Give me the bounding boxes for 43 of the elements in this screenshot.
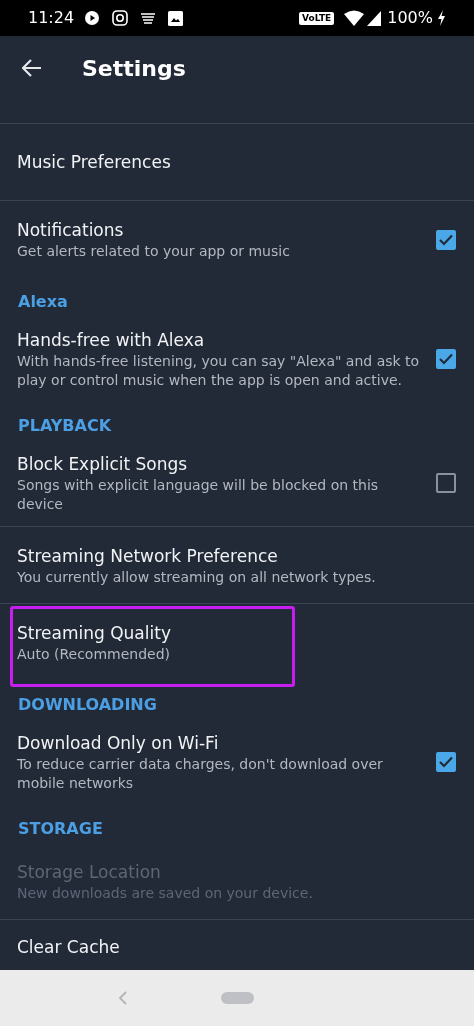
charging-icon [437, 10, 446, 26]
setting-title: Block Explicit Songs [17, 453, 189, 476]
section-header: DOWNLOADING [18, 695, 157, 714]
back-arrow-icon [22, 59, 42, 77]
section-header: STORAGE [18, 819, 103, 838]
setting-title: Streaming Quality [17, 622, 172, 645]
setting-row[interactable]: Streaming Network Preference You currently allow streaming on all network types. [0, 527, 474, 604]
setting-row[interactable]: Clear Cache [0, 920, 474, 959]
checkbox[interactable] [436, 229, 456, 250]
setting-description: With hands-free listening, you can say "Alexa" and ask to play or control music when the app is open and active. [17, 352, 421, 390]
setting-description: You currently allow streaming on all network types. [17, 567, 377, 587]
setting-row[interactable]: Hands-free with Alexa With hands-free listening, you can say "Alexa" and ask to play or control music when the app is open and active. [0, 316, 474, 402]
setting-row[interactable]: Streaming Quality Auto (Recommended) [0, 604, 474, 681]
setting-title: Storage Location [17, 860, 162, 884]
status-time: 11:24 [28, 7, 75, 29]
setting-row[interactable]: Download Only on Wi-Fi To reduce carrier data charges, don't download over mobile networks [0, 719, 474, 805]
checkbox[interactable] [436, 752, 456, 772]
image-icon [168, 10, 184, 26]
setting-title: Streaming Network Preference [17, 544, 279, 568]
play-icon [84, 10, 101, 26]
setting-description: New downloads are saved on your device. [17, 883, 314, 903]
setting-row[interactable]: Music Preferences [0, 124, 474, 201]
setting-description: Songs with explicit language will be blocked on this device [17, 476, 380, 514]
setting-title: Download Only on Wi-Fi [17, 732, 220, 755]
checkbox[interactable] [436, 349, 456, 369]
battery-level: 100% [387, 7, 433, 29]
section-header: Alexa [18, 292, 68, 311]
camera-icon [112, 10, 129, 26]
setting-description: Auto (Recommended) [17, 645, 171, 664]
setting-title: Notifications [17, 219, 125, 242]
setting-row[interactable]: Notifications Get alerts related to your app or music [0, 201, 474, 278]
wifi-icon [344, 10, 365, 26]
setting-title: Music Preferences [17, 151, 172, 174]
setting-title: Clear Cache [17, 936, 121, 959]
setting-description: Get alerts related to your app or music [17, 242, 291, 261]
checkbox[interactable] [436, 473, 456, 493]
setting-row[interactable]: Block Explicit Songs Songs with explicit language will be blocked on this device [0, 440, 474, 527]
section-header: PLAYBACK [18, 416, 112, 435]
volte-badge: VoLTE [299, 11, 335, 25]
setting-description: To reduce carrier data charges, don't download over mobile networks [17, 755, 384, 793]
signal-icon [367, 10, 382, 26]
screen-title: Settings [82, 54, 186, 83]
setting-title: Hands-free with Alexa [17, 329, 206, 352]
